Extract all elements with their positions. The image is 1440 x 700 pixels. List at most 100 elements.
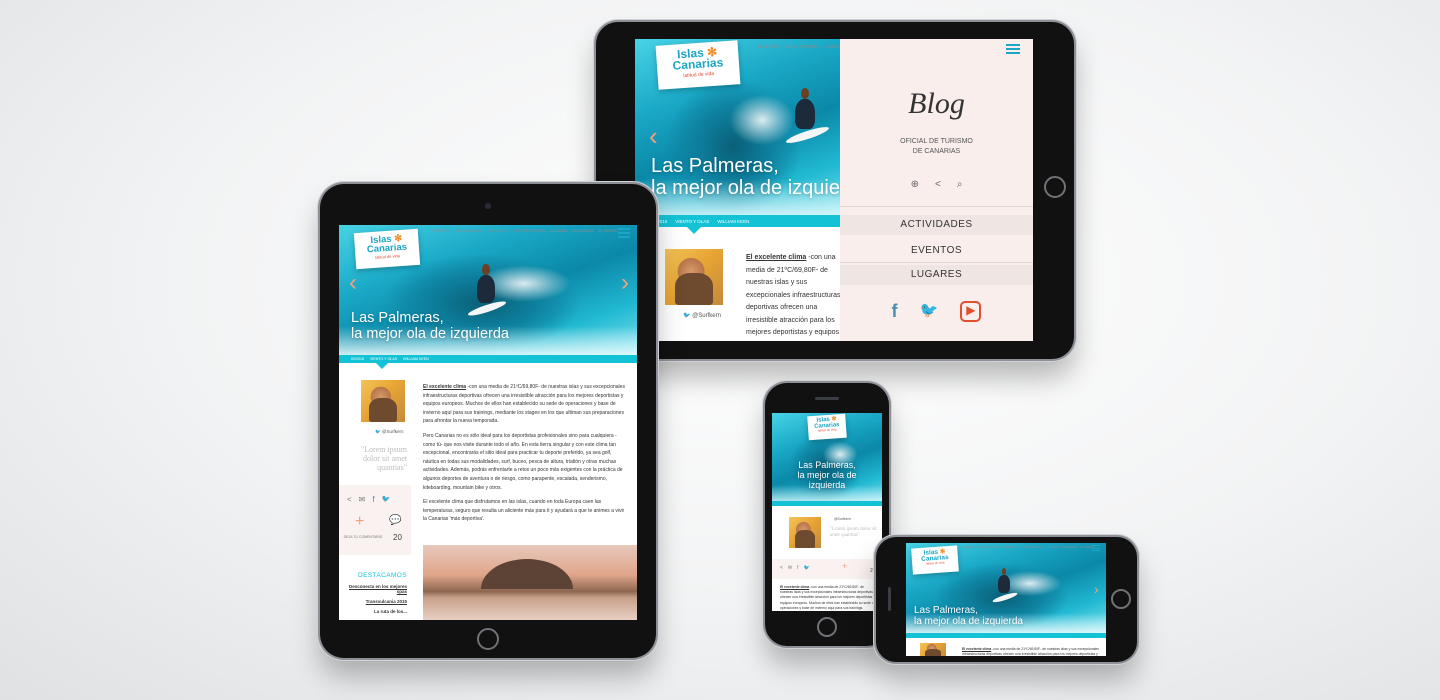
nav-item-tenerife[interactable]: TENERIFE xyxy=(757,44,779,49)
menu-divider xyxy=(840,262,1033,263)
blog-tool-icons: ⊕ < ⌕ xyxy=(840,179,1033,190)
phone-portrait-device: Islas ✻ Canarias latitud de vida Las Pal… xyxy=(765,383,889,646)
article-lead: El excelente clima xyxy=(746,254,807,261)
home-button[interactable] xyxy=(1044,176,1066,198)
prev-arrow-icon[interactable]: ‹ xyxy=(349,269,357,297)
phone-landscape-screen: Islas ✻ Canarias latitud de vida TENERIF… xyxy=(906,543,1106,656)
nav-item-la-gomera[interactable]: LA GOMERA xyxy=(1062,546,1077,549)
nav-item-tenerife[interactable]: TENERIFE xyxy=(432,229,450,233)
facebook-icon[interactable]: f xyxy=(892,301,898,322)
comment-count: 20 xyxy=(870,568,876,574)
globe-icon[interactable]: ⊕ xyxy=(911,179,919,190)
twitter-icon[interactable]: 🐦 xyxy=(382,495,391,504)
menu-item-actividades[interactable]: ACTIVIDADES xyxy=(840,215,1033,235)
article-meta-bar: 02/2015 VIENTO Y OLAS WILLIAM KEEN xyxy=(635,215,840,227)
nav-item-lanzarote[interactable]: LANZAROTE xyxy=(1003,546,1019,549)
add-comment-icon[interactable]: + xyxy=(355,513,364,531)
article-paragraph: El excelente clima que disfrutamos en la… xyxy=(423,499,625,523)
featured-section: DESTACAMOS Desconecta en los mejores spa… xyxy=(343,572,407,614)
featured-link[interactable]: La ruta de los... xyxy=(343,609,407,614)
menu-item-lugares[interactable]: LUGARES xyxy=(840,265,1033,285)
share-icons-row: < ✉ f 🐦 xyxy=(347,495,390,504)
nav-item-gran-canaria[interactable]: GRAN CANARIA xyxy=(455,229,482,233)
hamburger-menu-icon[interactable] xyxy=(870,416,878,424)
article-title: Las Palmeras, la mejor ola de izquierda xyxy=(351,310,509,342)
article-paragraph: Pero Canarias no es sólo ideal para los … xyxy=(423,432,623,491)
hamburger-menu-icon[interactable] xyxy=(618,228,630,240)
home-button[interactable] xyxy=(817,617,837,637)
surfer-figure xyxy=(477,264,495,303)
nav-item-fuerteventura[interactable]: FUERTEVENTURA xyxy=(514,229,545,233)
site-logo: Islas ✻ Canarias latitud de vida xyxy=(655,40,741,90)
youtube-icon[interactable]: ▶ xyxy=(960,301,982,322)
menu-item-eventos[interactable]: EVENTOS xyxy=(840,241,1033,261)
nav-item-la-palma[interactable]: LA PALMA xyxy=(1047,546,1059,549)
facebook-icon[interactable]: f xyxy=(372,495,374,504)
share-icons-row: < ✉ f 🐦 xyxy=(780,565,810,571)
article-meta-bar xyxy=(906,633,1106,638)
search-icon[interactable]: ⌕ xyxy=(957,179,963,190)
article-title: Las Palmeras, la mejor ola de izquierda xyxy=(914,605,1023,627)
twitter-icon[interactable]: 🐦 xyxy=(920,301,939,322)
phone-portrait-screen: Islas ✻ Canarias latitud de vida Las Pal… xyxy=(772,413,882,611)
nav-item-tenerife[interactable]: TENERIFE xyxy=(964,546,977,549)
hamburger-menu-icon[interactable] xyxy=(1092,545,1100,553)
article-body: El excelente clima -con una media de 21º… xyxy=(746,254,841,336)
tablet-portrait-device: Islas ✻ Canarias latitud de vida TENERIF… xyxy=(320,184,656,658)
main-nav: TENERIFE GRAN CANARIA LANZAROTE FUERTEVE… xyxy=(432,229,618,233)
article-meta-bar xyxy=(772,501,882,506)
share-panel: < ✉ f 🐦 + 20 xyxy=(772,559,882,579)
home-button[interactable] xyxy=(477,628,499,650)
surfer-figure xyxy=(998,568,1010,593)
share-icon[interactable]: < xyxy=(780,565,783,571)
author-handle[interactable]: 🐦 @Surfkern xyxy=(683,312,721,319)
article-body: El excelente clima -con una media de 21º… xyxy=(423,383,628,530)
main-nav: TENERIFE GRAN CANARIA LANZAROTE FUERTEVE… xyxy=(964,546,1094,549)
meta-bar-pointer xyxy=(687,227,701,234)
article-body: El excelente clima -con una media de 21º… xyxy=(780,585,876,610)
article-title: Las Palmeras, la mejor ola de izquierda xyxy=(797,460,857,490)
featured-link[interactable]: Transvulcania 2015 xyxy=(343,599,407,604)
nav-item-gran-canaria[interactable]: GRAN CANARIA xyxy=(786,44,819,49)
facebook-icon[interactable]: f xyxy=(797,565,798,571)
home-button[interactable] xyxy=(1111,589,1131,609)
nav-item-fuerteventura[interactable]: FUERTEVENTURA xyxy=(1021,546,1044,549)
nav-item-la-palma[interactable]: LA PALMA xyxy=(550,229,567,233)
twitter-icon: 🐦 xyxy=(683,313,691,319)
blog-script-title: Blog xyxy=(908,87,965,120)
speaker-grille xyxy=(815,397,839,400)
author-quote: "Lorem ipsum dolor sit amet quantias" xyxy=(360,445,407,473)
site-logo: Islas ✻ Canarias latitud de vida xyxy=(807,413,847,441)
share-icon[interactable]: < xyxy=(935,179,941,190)
site-logo: Islas ✻ Canarias latitud de vida xyxy=(353,228,421,270)
article-lead: El excelente clima xyxy=(780,585,810,589)
share-icon[interactable]: < xyxy=(347,495,352,504)
article-body: El excelente clima -con una media de 21º… xyxy=(962,647,1099,656)
featured-link[interactable]: Desconecta en los mejores spas xyxy=(343,584,407,594)
surfer-figure xyxy=(795,87,815,129)
add-comment-icon[interactable]: + xyxy=(842,561,847,571)
prev-arrow-icon[interactable]: ‹ xyxy=(649,121,658,152)
author-handle[interactable]: @Surfkern xyxy=(834,517,851,521)
mail-icon[interactable]: ✉ xyxy=(788,565,792,571)
twitter-icon[interactable]: 🐦 xyxy=(804,565,810,571)
nav-item-lanzarote[interactable]: LANZAROTE xyxy=(487,229,509,233)
comment-icon[interactable]: 💬 xyxy=(389,515,401,526)
comment-label: DEJA TU COMENTARIO xyxy=(343,535,383,539)
kite-beach-image xyxy=(423,545,637,620)
author-avatar xyxy=(920,643,946,656)
mountain-shape xyxy=(481,559,573,589)
nav-item-el-hierro[interactable]: EL HIERRO xyxy=(599,229,618,233)
author-avatar xyxy=(665,249,723,305)
nav-item-la-gomera[interactable]: LA GOMERA xyxy=(572,229,593,233)
twitter-icon: 🐦 xyxy=(375,429,381,434)
speaker-grille xyxy=(888,587,891,611)
nav-item-gran-canaria[interactable]: GRAN CANARIA xyxy=(980,546,1000,549)
next-arrow-icon[interactable]: › xyxy=(621,269,629,297)
article-lead: El excelente clima xyxy=(962,647,992,651)
mail-icon[interactable]: ✉ xyxy=(359,495,366,504)
author-handle[interactable]: 🐦 @Surfkern xyxy=(375,429,403,435)
next-arrow-icon[interactable]: › xyxy=(1094,581,1099,597)
hamburger-menu-icon[interactable] xyxy=(1006,44,1020,56)
author-avatar xyxy=(789,517,821,548)
